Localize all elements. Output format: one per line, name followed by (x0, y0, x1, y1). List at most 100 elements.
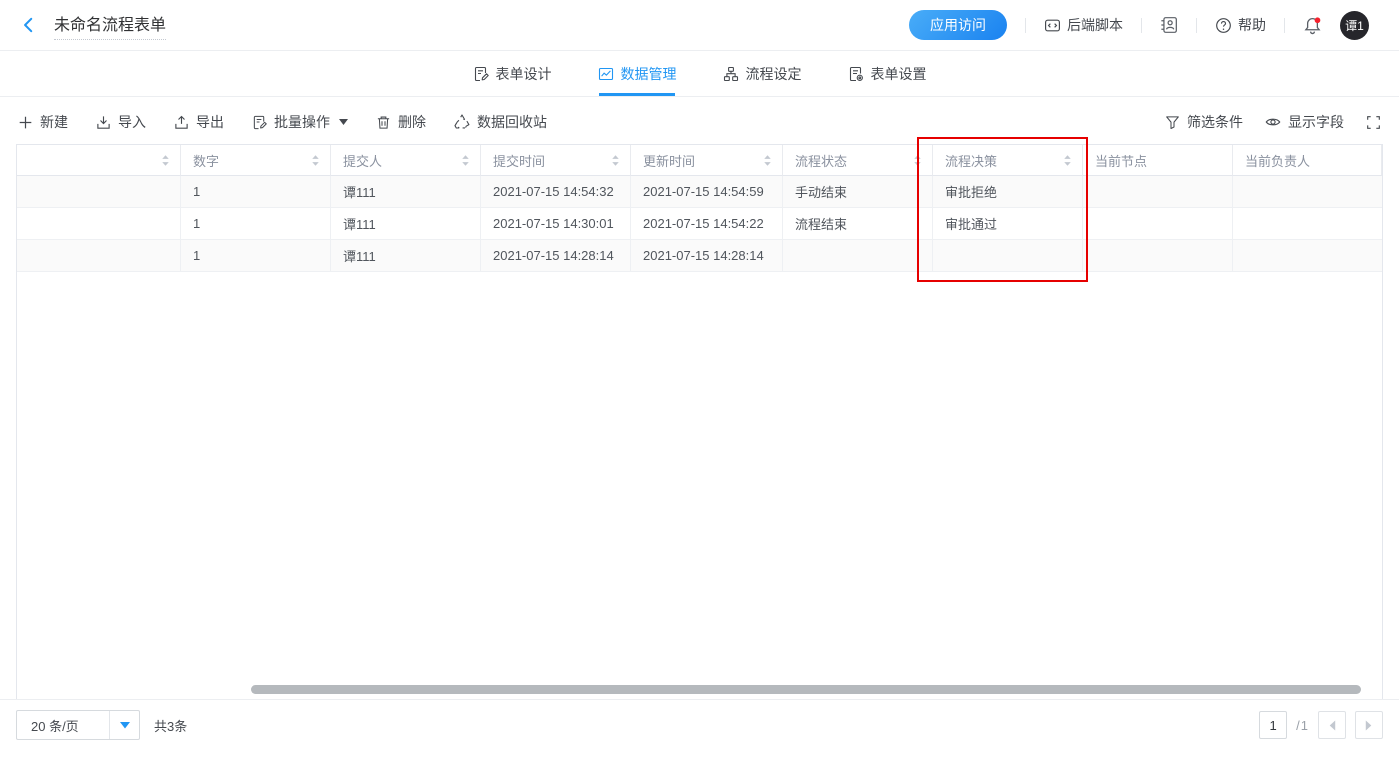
divider (1141, 18, 1142, 33)
backend-script-button[interactable]: 后端脚本 (1044, 15, 1123, 35)
app-window: 未命名流程表单 应用访问 后端脚本 帮助 (0, 0, 1399, 764)
display-fields-button[interactable]: 显示字段 (1265, 112, 1344, 132)
app-access-button[interactable]: 应用访问 (909, 10, 1007, 40)
cell: 谭111 (331, 176, 481, 208)
toolbar-left: 新建 导入 导出 批量 (18, 112, 547, 132)
column-header-submitter[interactable]: 提交人 (331, 145, 481, 176)
cell: 2021-07-15 14:28:14 (631, 240, 783, 272)
top-header: 未命名流程表单 应用访问 后端脚本 帮助 (0, 0, 1399, 51)
cell: 审批拒绝 (933, 176, 1083, 208)
column-header-blank[interactable] (17, 145, 181, 176)
code-icon (1044, 17, 1061, 34)
horizontal-scrollbar-thumb[interactable] (251, 685, 1361, 694)
eye-icon (1265, 114, 1281, 130)
table-row[interactable]: 1 谭111 2021-07-15 14:54:32 2021-07-15 14… (17, 176, 1382, 208)
page-title[interactable]: 未命名流程表单 (54, 11, 166, 40)
tab-form-design[interactable]: 表单设计 (473, 51, 552, 96)
user-avatar[interactable]: 谭1 (1340, 11, 1369, 40)
footer-right: /1 (1259, 711, 1383, 739)
divider (1196, 18, 1197, 33)
cell (17, 240, 181, 272)
prev-page-button[interactable] (1318, 711, 1346, 739)
export-button[interactable]: 导出 (174, 112, 224, 132)
toolbar-right: 筛选条件 显示字段 (1165, 112, 1381, 132)
next-page-button[interactable] (1355, 711, 1383, 739)
cell: 1 (181, 176, 331, 208)
fullscreen-button[interactable] (1366, 115, 1381, 130)
cell (1083, 208, 1233, 240)
export-label: 导出 (196, 112, 224, 132)
cell (1233, 240, 1382, 272)
filter-label: 筛选条件 (1187, 112, 1243, 132)
header-left: 未命名流程表单 (20, 11, 166, 40)
page-number-input[interactable] (1259, 711, 1287, 739)
column-header-submit-time[interactable]: 提交时间 (481, 145, 631, 176)
sort-icon[interactable] (763, 154, 772, 167)
cell: 2021-07-15 14:54:32 (481, 176, 631, 208)
column-header-number[interactable]: 数字 (181, 145, 331, 176)
tab-label: 表单设计 (496, 64, 552, 84)
data-table: 数字 提交人 提交时间 更新时间 流程状态 (16, 144, 1383, 699)
cell: 2021-07-15 14:30:01 (481, 208, 631, 240)
new-record-label: 新建 (40, 112, 68, 132)
sort-icon[interactable] (311, 154, 320, 167)
page-total: /1 (1296, 718, 1309, 733)
cell (17, 208, 181, 240)
cell (1233, 176, 1382, 208)
sort-icon[interactable] (161, 154, 170, 167)
batch-operations-button[interactable]: 批量操作 (252, 112, 348, 132)
batch-edit-icon (252, 115, 267, 130)
cell (783, 240, 933, 272)
delete-label: 删除 (398, 112, 426, 132)
sort-icon[interactable] (913, 154, 922, 167)
contacts-icon[interactable] (1160, 16, 1178, 34)
chevron-left-icon (20, 16, 38, 34)
funnel-icon (1165, 115, 1180, 130)
cell: 审批通过 (933, 208, 1083, 240)
column-header-current-owner[interactable]: 当前负责人 (1233, 145, 1382, 176)
caret-down-icon (339, 119, 348, 125)
page-size-select[interactable]: 20 条/页 (16, 710, 140, 740)
page-size-value: 20 条/页 (17, 716, 109, 735)
cell: 2021-07-15 14:54:59 (631, 176, 783, 208)
batch-operations-label: 批量操作 (274, 112, 330, 132)
form-settings-icon (848, 66, 864, 82)
column-header-current-node[interactable]: 当前节点 (1083, 145, 1233, 176)
tab-form-settings[interactable]: 表单设置 (848, 51, 927, 96)
tab-workflow-settings[interactable]: 流程设定 (723, 51, 802, 96)
total-count: 共3条 (154, 716, 187, 735)
recycle-icon (454, 114, 470, 130)
back-button[interactable] (20, 16, 38, 34)
cell: 谭111 (331, 240, 481, 272)
new-record-button[interactable]: 新建 (18, 112, 68, 132)
cell (1233, 208, 1382, 240)
help-button[interactable]: 帮助 (1215, 15, 1266, 35)
table-row[interactable]: 1 谭111 2021-07-15 14:30:01 2021-07-15 14… (17, 208, 1382, 240)
column-header-flow-decision[interactable]: 流程决策 (933, 145, 1083, 176)
filter-button[interactable]: 筛选条件 (1165, 112, 1243, 132)
recycle-bin-button[interactable]: 数据回收站 (454, 112, 547, 132)
export-icon (174, 115, 189, 130)
column-header-flow-status[interactable]: 流程状态 (783, 145, 933, 176)
recycle-bin-label: 数据回收站 (477, 112, 547, 132)
tab-bar: 表单设计 数据管理 流程设定 表单设置 (0, 51, 1399, 97)
table-row[interactable]: 1 谭111 2021-07-15 14:28:14 2021-07-15 14… (17, 240, 1382, 272)
sort-icon[interactable] (461, 154, 470, 167)
sort-icon[interactable] (1063, 154, 1072, 167)
tab-data-management[interactable]: 数据管理 (598, 51, 677, 96)
import-icon (96, 115, 111, 130)
backend-script-label: 后端脚本 (1067, 15, 1123, 35)
cell: 谭111 (331, 208, 481, 240)
notification-bell-icon[interactable] (1303, 16, 1322, 35)
import-button[interactable]: 导入 (96, 112, 146, 132)
footer-left: 20 条/页 共3条 (16, 710, 187, 740)
cell: 流程结束 (783, 208, 933, 240)
cell: 1 (181, 208, 331, 240)
data-toolbar: 新建 导入 导出 批量 (16, 97, 1383, 144)
cell: 1 (181, 240, 331, 272)
delete-button[interactable]: 删除 (376, 112, 426, 132)
divider (1025, 18, 1026, 33)
sort-icon[interactable] (611, 154, 620, 167)
column-header-update-time[interactable]: 更新时间 (631, 145, 783, 176)
cell (17, 176, 181, 208)
